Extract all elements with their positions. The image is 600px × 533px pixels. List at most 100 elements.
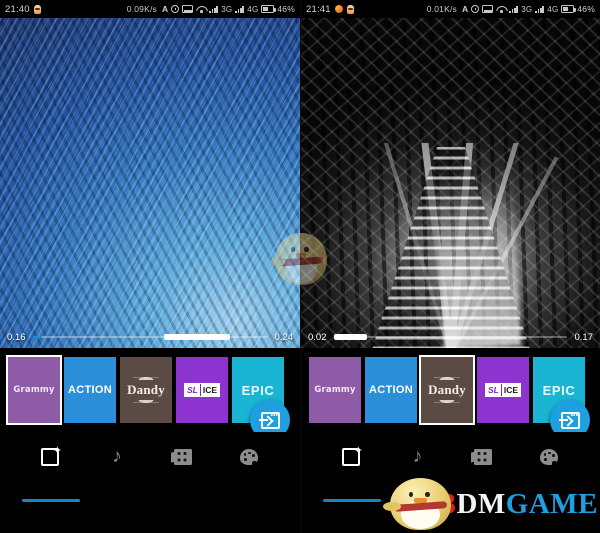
watermark-text-part-2: DM bbox=[456, 487, 506, 520]
filter-tile-label-group: SL ICE bbox=[484, 383, 522, 397]
signal-bars-1-icon bbox=[509, 5, 518, 13]
export-sheet-icon bbox=[558, 411, 580, 429]
timeline-track[interactable] bbox=[334, 334, 567, 340]
filter-tile-label-b: ICE bbox=[500, 384, 521, 396]
filter-tile-dandy[interactable]: Dandy bbox=[120, 357, 172, 423]
music-note-icon: ♪ bbox=[112, 446, 122, 467]
music-note-icon: ♪ bbox=[412, 446, 423, 467]
filter-tile-label: ACTION bbox=[369, 384, 413, 396]
alarm-icon bbox=[471, 5, 480, 13]
phone-panel-right: 21:41 0.01K/s A 3G 4G 46% 0.02 0.17 Gram… bbox=[300, 0, 600, 533]
timeline-selection[interactable] bbox=[334, 334, 367, 340]
time-current-label: 0.16 bbox=[7, 331, 26, 343]
time-current-label: 0.02 bbox=[308, 331, 327, 343]
timeline-track[interactable] bbox=[33, 334, 267, 340]
filter-strip[interactable]: Grammy ACTION Dandy SL ICE EPIC bbox=[0, 348, 300, 432]
status-bar-left: 21:41 bbox=[306, 4, 354, 15]
color-palette-icon bbox=[538, 446, 560, 468]
battery-icon bbox=[261, 5, 276, 13]
3dmgame-watermark-text: 3DMGAME bbox=[441, 487, 598, 520]
status-bar-right: 0.09K/s A 3G 4G 46% bbox=[127, 4, 295, 14]
nav-active-indicator bbox=[322, 499, 381, 502]
filter-tile-label-a: SL bbox=[184, 384, 200, 396]
sd-card-icon bbox=[182, 5, 194, 13]
filter-tile-grammy[interactable]: Grammy bbox=[8, 357, 60, 423]
filter-tile-label-b: ICE bbox=[199, 384, 220, 396]
filter-strip[interactable]: Grammy ACTION Dandy SL ICE EPIC bbox=[301, 348, 600, 432]
status-clock: 21:41 bbox=[306, 3, 331, 15]
chick-badge-icon bbox=[346, 4, 354, 14]
letter-a-icon: A bbox=[162, 4, 169, 14]
time-total-label: 0.17 bbox=[574, 331, 594, 343]
effects-sparkle-icon: ✦ bbox=[40, 446, 62, 468]
film-strip-icon bbox=[171, 446, 194, 468]
filter-tile-label: Grammy bbox=[13, 385, 55, 395]
status-bar-right: 0.01K/s A 3G 4G 46% bbox=[427, 4, 595, 14]
filter-tile-label-a: SL bbox=[485, 384, 501, 396]
export-button[interactable] bbox=[550, 400, 590, 432]
film-strip-icon bbox=[471, 446, 494, 468]
filter-tile-label: Grammy bbox=[314, 385, 356, 395]
filter-tile-action[interactable]: ACTION bbox=[64, 357, 116, 423]
filter-tile-label: Dandy bbox=[127, 382, 165, 397]
app-root: 21:40 0.09K/s A 3G 4G 46% 0.16 0.24 Gram… bbox=[0, 0, 600, 533]
watermark-text-part-3: GAME bbox=[505, 487, 598, 520]
network-rate-label: 0.01K/s bbox=[426, 4, 457, 14]
export-sheet-icon bbox=[258, 411, 280, 429]
status-bar: 21:40 0.09K/s A 3G 4G 46% bbox=[0, 0, 300, 18]
filter-tile-slice[interactable]: SL ICE bbox=[176, 357, 228, 423]
dandy-ornament-bottom-icon bbox=[433, 400, 460, 405]
timeline-progress bbox=[33, 335, 43, 339]
signal-bars-2-icon bbox=[235, 5, 244, 13]
filter-tile-label-group: Dandy bbox=[428, 375, 466, 405]
dandy-ornament-bottom-icon bbox=[132, 400, 159, 405]
filter-tile-label: EPIC bbox=[241, 382, 275, 398]
chick-badge-icon bbox=[33, 4, 41, 14]
video-frame bbox=[301, 18, 600, 348]
rail-glare bbox=[434, 172, 521, 348]
chick-mascot-icon bbox=[382, 473, 455, 533]
color-palette-icon bbox=[238, 446, 260, 468]
3dmgame-watermark: 3DMGAME bbox=[382, 473, 598, 533]
status-bar-left: 21:40 bbox=[5, 4, 41, 15]
timeline-bar[interactable]: 0.16 0.24 bbox=[0, 326, 300, 348]
nav-item-palette[interactable] bbox=[226, 446, 272, 490]
filter-tile-grammy[interactable]: Grammy bbox=[309, 357, 361, 423]
network-rate-label: 0.09K/s bbox=[126, 4, 157, 14]
timeline-selection[interactable] bbox=[164, 334, 230, 340]
wifi-icon bbox=[196, 5, 206, 13]
filter-tile-label: EPIC bbox=[542, 382, 576, 398]
status-bar: 21:41 0.01K/s A 3G 4G 46% bbox=[301, 0, 600, 18]
video-preview[interactable]: 0.16 0.24 bbox=[0, 18, 300, 348]
filter-tile-action[interactable]: ACTION bbox=[365, 357, 417, 423]
nav-item-clips[interactable] bbox=[160, 446, 206, 490]
timeline-bar[interactable]: 0.02 0.17 bbox=[301, 326, 600, 348]
filter-tile-dandy[interactable]: Dandy bbox=[421, 357, 473, 423]
filter-tile-label-group: Dandy bbox=[127, 375, 165, 405]
dandy-ornament-top-icon bbox=[433, 375, 460, 380]
video-preview[interactable]: 0.02 0.17 bbox=[301, 18, 600, 348]
signal-bars-2-icon bbox=[535, 5, 544, 13]
filter-tile-slice[interactable]: SL ICE bbox=[477, 357, 529, 423]
sd-card-icon bbox=[482, 5, 494, 13]
network-type-2-label: 4G bbox=[247, 4, 259, 14]
video-frame bbox=[0, 18, 300, 348]
nav-item-music[interactable]: ♪ bbox=[94, 446, 140, 490]
network-type-2-label: 4G bbox=[547, 4, 559, 14]
nav-active-indicator bbox=[22, 499, 80, 502]
letter-a-icon: A bbox=[462, 4, 469, 14]
bottom-nav[interactable]: ✦ ♪ bbox=[0, 432, 300, 511]
orange-dot-icon bbox=[334, 5, 343, 13]
battery-icon bbox=[561, 5, 576, 13]
battery-percent-label: 46% bbox=[577, 4, 595, 14]
filter-tile-label-group: SL ICE bbox=[183, 383, 221, 397]
effects-sparkle-icon: ✦ bbox=[341, 446, 363, 468]
nav-item-effects[interactable]: ✦ bbox=[22, 446, 80, 502]
export-button[interactable] bbox=[250, 400, 290, 432]
nav-item-effects[interactable]: ✦ bbox=[322, 446, 381, 502]
signal-bars-1-icon bbox=[209, 5, 218, 13]
phone-panel-left: 21:40 0.09K/s A 3G 4G 46% 0.16 0.24 Gram… bbox=[0, 0, 300, 533]
dandy-ornament-top-icon bbox=[132, 375, 159, 380]
network-type-1-label: 3G bbox=[521, 4, 533, 14]
time-total-label: 0.24 bbox=[274, 331, 294, 343]
